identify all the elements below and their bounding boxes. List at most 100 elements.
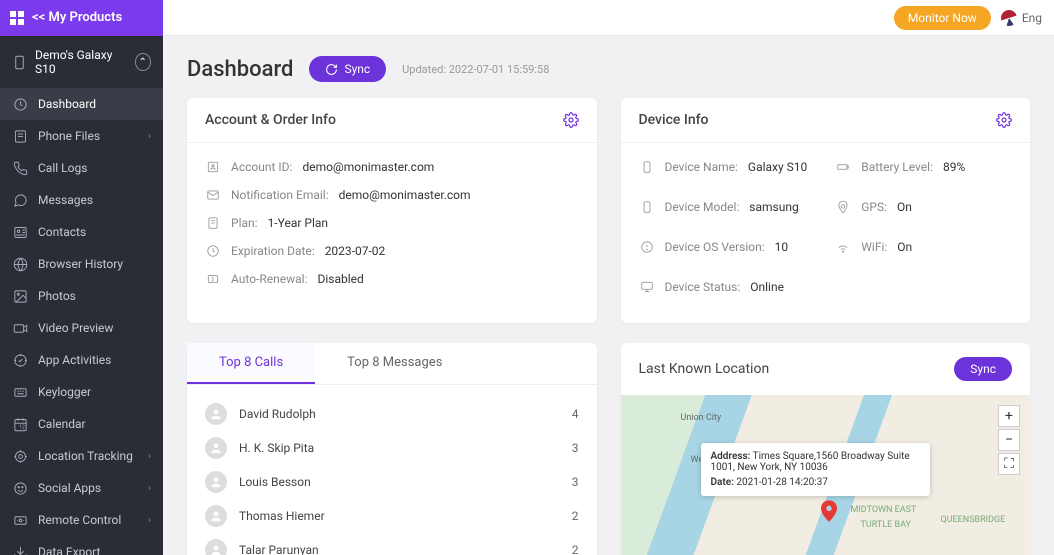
info-label: Device Model: [665,200,740,214]
info-value: Disabled [317,272,363,286]
grid-icon [10,11,24,25]
info-label: Account ID: [231,160,292,174]
sidebar-item-label: Call Logs [38,161,87,175]
sidebar-item-label: Calendar [38,417,86,431]
language-selector[interactable]: Eng [1001,10,1042,26]
call-count: 3 [559,475,579,489]
info-label: Device OS Version: [665,240,765,254]
sync-button[interactable]: Sync [309,56,386,82]
my-products-label: << My Products [32,10,122,25]
info-icon [639,279,655,295]
call-bar [361,445,547,451]
chevron-right-icon: › [148,131,151,142]
map-place-label: MIDTOWN EAST [851,505,917,515]
refresh-icon [325,63,338,76]
info-icon [835,159,851,175]
updated-text: Updated: 2022-07-01 15:59:58 [402,63,549,76]
sidebar-item-label: Keylogger [38,385,91,399]
call-name: David Rudolph [239,407,349,421]
sidebar-item-location-tracking[interactable]: Location Tracking› [0,440,163,472]
call-count: 2 [559,509,579,523]
avatar-icon [205,539,227,555]
sidebar-icon [12,128,28,144]
svg-text:12: 12 [19,424,25,430]
info-icon [639,239,655,255]
page-title: Dashboard [187,57,293,82]
sidebar-icon [12,448,28,464]
info-value: 1-Year Plan [268,216,328,230]
language-label: Eng [1022,11,1042,25]
svg-text:$: $ [211,276,214,283]
sidebar-item-browser-history[interactable]: Browser History [0,248,163,280]
map-place-label: Union City [681,413,722,423]
tab-messages[interactable]: Top 8 Messages [315,343,474,384]
sidebar-item-data-export[interactable]: Data Export [0,536,163,555]
avatar-icon [205,437,227,459]
fullscreen-button[interactable]: ⛶ [998,453,1020,475]
call-row: David Rudolph4 [205,397,579,431]
info-icon [835,239,851,255]
top-calls-card: Top 8 Calls Top 8 Messages David Rudolph… [187,343,597,555]
sidebar-item-remote-control[interactable]: Remote Control› [0,504,163,536]
sync-location-button[interactable]: Sync [954,357,1012,381]
info-icon [639,159,655,175]
sidebar-item-dashboard[interactable]: Dashboard [0,88,163,120]
sidebar-item-label: Dashboard [38,97,96,111]
sidebar-item-call-logs[interactable]: Call Logs [0,152,163,184]
zoom-out-button[interactable]: − [998,429,1020,451]
avatar-icon [205,403,227,425]
sidebar-item-phone-files[interactable]: Phone Files› [0,120,163,152]
sidebar-item-app-activities[interactable]: App Activities [0,344,163,376]
account-info-row: $ Auto-Renewal: Disabled [205,271,579,287]
avatar-icon [205,505,227,527]
account-info-row: Plan: 1-Year Plan [205,215,579,231]
sidebar-icon [12,96,28,112]
info-label: Expiration Date: [231,244,315,258]
device-info-row: Device OS Version: 10 [639,239,816,255]
info-value: On [897,240,912,254]
address-label: Address: [711,451,751,462]
monitor-now-button[interactable]: Monitor Now [894,6,991,30]
sidebar-item-video-preview[interactable]: Video Preview [0,312,163,344]
sidebar-item-label: Photos [38,289,76,303]
info-icon: $ [205,271,221,287]
zoom-in-button[interactable]: + [998,405,1020,427]
map[interactable]: Union City Wee HUDSON YARDS MIDTOWN EAST… [621,395,1031,555]
my-products-link[interactable]: << My Products [0,0,163,36]
info-value: On [897,200,912,214]
sidebar-icon [12,352,28,368]
device-info-card: Device Info Device Name:Galaxy S10Batter… [621,98,1031,323]
info-label: Plan: [231,216,258,230]
sidebar-icon [12,384,28,400]
sidebar-item-keylogger[interactable]: Keylogger [0,376,163,408]
info-label: GPS: [861,200,887,214]
info-label: Auto-Renewal: [231,272,307,286]
device-card-title: Device Info [639,112,709,128]
sidebar-item-label: Remote Control [38,513,121,527]
sidebar-item-photos[interactable]: Photos [0,280,163,312]
account-card-title: Account & Order Info [205,112,336,128]
sidebar-icon [12,512,28,528]
chevron-up-icon: ⌃ [135,53,152,71]
sidebar-item-messages[interactable]: Messages [0,184,163,216]
sidebar-item-label: Data Export [38,545,100,555]
call-name: H. K. Skip Pita [239,441,349,455]
call-bar [361,479,547,485]
sidebar-item-social-apps[interactable]: Social Apps› [0,472,163,504]
sidebar-item-contacts[interactable]: Contacts [0,216,163,248]
sync-label: Sync [344,62,370,76]
device-info-row: GPS: On [835,199,1012,215]
gear-icon[interactable] [563,112,579,128]
info-value: samsung [749,200,798,214]
sidebar-device[interactable]: Demo's Galaxy S10 ⌃ [0,36,163,88]
gear-icon[interactable] [996,112,1012,128]
sidebar-item-label: Contacts [38,225,86,239]
sidebar-icon [12,224,28,240]
sidebar-icon [12,256,28,272]
tab-calls[interactable]: Top 8 Calls [187,343,315,384]
sidebar-icon: 12 [12,416,28,432]
sidebar-icon [12,544,28,555]
info-icon [639,199,655,215]
info-value: 89% [943,160,965,174]
sidebar-item-calendar[interactable]: 12 Calendar [0,408,163,440]
